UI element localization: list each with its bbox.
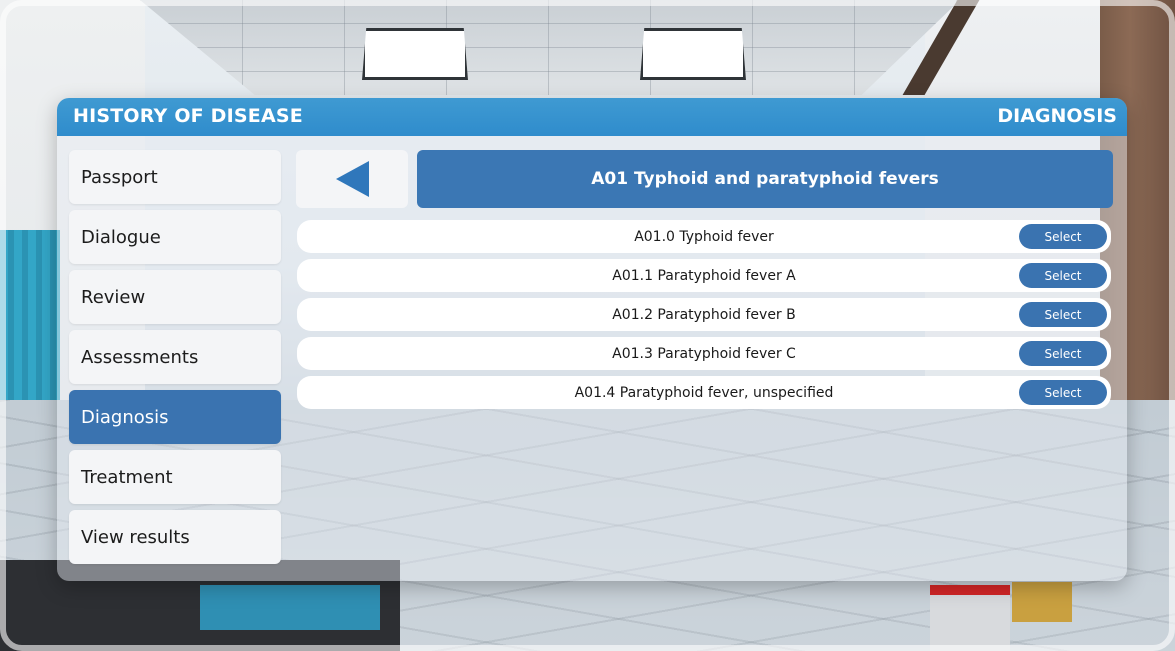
sidebar-item-review[interactable]: Review bbox=[69, 270, 281, 324]
select-button[interactable]: Select bbox=[1019, 341, 1107, 366]
panel-title: HISTORY OF DISEASE bbox=[73, 105, 303, 127]
category-title: A01 Typhoid and paratyphoid fevers bbox=[591, 169, 939, 189]
diagnosis-label: A01.4 Paratyphoid fever, unspecified bbox=[574, 384, 834, 401]
select-button[interactable]: Select bbox=[1019, 302, 1107, 327]
diagnosis-label: A01.2 Paratyphoid fever B bbox=[612, 306, 796, 323]
category-header: A01 Typhoid and paratyphoid fevers bbox=[417, 150, 1113, 208]
bed-mattress bbox=[200, 585, 380, 630]
yellow-container bbox=[1012, 582, 1072, 622]
diagnosis-label: A01.1 Paratyphoid fever A bbox=[612, 267, 796, 284]
list-item: A01.4 Paratyphoid fever, unspecified Sel… bbox=[297, 376, 1111, 409]
list-item: A01.2 Paratyphoid fever B Select bbox=[297, 298, 1111, 331]
select-button[interactable]: Select bbox=[1019, 263, 1107, 288]
diagnosis-list: A01.0 Typhoid fever Select A01.1 Paratyp… bbox=[297, 220, 1111, 415]
list-item: A01.1 Paratyphoid fever A Select bbox=[297, 259, 1111, 292]
history-of-disease-panel: HISTORY OF DISEASE DIAGNOSIS Passport Di… bbox=[57, 98, 1127, 581]
sidebar-item-passport[interactable]: Passport bbox=[69, 150, 281, 204]
sidebar-item-view-results[interactable]: View results bbox=[69, 510, 281, 564]
left-triangle-icon bbox=[335, 161, 369, 197]
sidebar-item-dialogue[interactable]: Dialogue bbox=[69, 210, 281, 264]
waste-bin bbox=[930, 585, 1010, 651]
list-item: A01.3 Paratyphoid fever C Select bbox=[297, 337, 1111, 370]
list-item: A01.0 Typhoid fever Select bbox=[297, 220, 1111, 253]
diagnosis-label: A01.3 Paratyphoid fever C bbox=[612, 345, 796, 362]
ceiling-light bbox=[362, 28, 468, 80]
ceiling-grid bbox=[140, 0, 960, 95]
select-button[interactable]: Select bbox=[1019, 224, 1107, 249]
hospital-room-background: HISTORY OF DISEASE DIAGNOSIS Passport Di… bbox=[0, 0, 1175, 651]
sidebar-item-treatment[interactable]: Treatment bbox=[69, 450, 281, 504]
panel-titlebar: HISTORY OF DISEASE DIAGNOSIS bbox=[57, 98, 1127, 136]
diagnosis-label: A01.0 Typhoid fever bbox=[634, 228, 774, 245]
back-button[interactable] bbox=[296, 150, 408, 208]
select-button[interactable]: Select bbox=[1019, 380, 1107, 405]
section-title: DIAGNOSIS bbox=[997, 105, 1117, 127]
sidebar: Passport Dialogue Review Assessments Dia… bbox=[69, 150, 281, 570]
sidebar-item-diagnosis[interactable]: Diagnosis bbox=[69, 390, 281, 444]
sidebar-item-assessments[interactable]: Assessments bbox=[69, 330, 281, 384]
ceiling-light bbox=[640, 28, 746, 80]
